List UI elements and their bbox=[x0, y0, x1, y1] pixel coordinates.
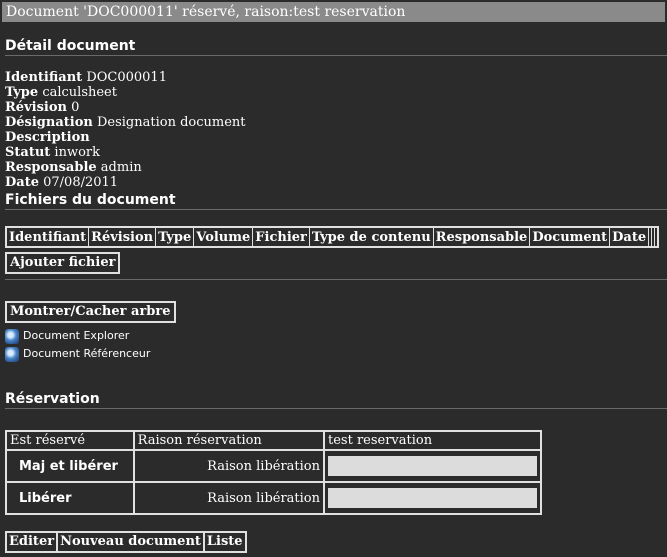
column-header[interactable]: Date bbox=[609, 226, 650, 248]
release-reason-input[interactable] bbox=[328, 488, 537, 508]
reserved-label: Est réservé bbox=[5, 430, 135, 451]
column-header-empty bbox=[654, 226, 659, 248]
column-header[interactable]: Identifiant bbox=[5, 226, 90, 248]
release-button[interactable]: Libérer bbox=[5, 481, 135, 515]
reason-label: Raison réservation bbox=[132, 430, 326, 451]
reservation-row: Maj et libérer Raison libération bbox=[5, 449, 542, 483]
column-header[interactable]: Type de contenu bbox=[308, 226, 434, 248]
files-table-header: Identifiant Révision Type Volume Fichier… bbox=[5, 226, 659, 248]
reservation-header-row: Est réservé Raison réservation test rese… bbox=[5, 430, 542, 451]
detail-heading: Détail document bbox=[5, 38, 136, 54]
divider bbox=[5, 209, 667, 210]
list-button[interactable]: Liste bbox=[202, 531, 247, 553]
field-date: Date 07/08/2011 bbox=[5, 175, 119, 190]
column-header[interactable]: Fichier bbox=[252, 226, 310, 248]
link-label: Document Explorer bbox=[23, 329, 130, 342]
document-referenceur-link[interactable]: Document Référenceur bbox=[5, 346, 150, 362]
release-reason-cell bbox=[323, 449, 542, 483]
release-reason-label: Raison libération bbox=[132, 481, 326, 515]
divider bbox=[5, 279, 667, 280]
reservation-heading: Réservation bbox=[5, 391, 100, 407]
divider bbox=[5, 408, 667, 409]
globe-icon bbox=[5, 328, 19, 344]
detail-fields: Identifiant DOC000011 Type calculsheet R… bbox=[5, 70, 246, 190]
column-header[interactable]: Responsable bbox=[432, 226, 531, 248]
reservation-table: Est réservé Raison réservation test rese… bbox=[5, 430, 542, 515]
field-description: Description bbox=[5, 130, 90, 145]
field-type: Type calculsheet bbox=[5, 85, 117, 100]
column-header[interactable]: Type bbox=[155, 226, 195, 248]
action-bar: Editer Nouveau document Liste bbox=[5, 531, 247, 553]
release-reason-label: Raison libération bbox=[132, 449, 326, 483]
link-label: Document Référenceur bbox=[23, 347, 151, 360]
toggle-tree-button[interactable]: Montrer/Cacher arbre bbox=[5, 301, 176, 323]
document-explorer-link[interactable]: Document Explorer bbox=[5, 328, 129, 344]
edit-button[interactable]: Editer bbox=[5, 531, 59, 553]
reason-value: test reservation bbox=[323, 430, 542, 451]
update-and-release-button[interactable]: Maj et libérer bbox=[5, 449, 135, 483]
field-responsable: Responsable admin bbox=[5, 160, 142, 175]
column-header[interactable]: Volume bbox=[193, 226, 254, 248]
field-statut: Statut inwork bbox=[5, 145, 100, 160]
window-title: Document 'DOC000011' réservé, raison:tes… bbox=[2, 2, 665, 22]
reservation-row: Libérer Raison libération bbox=[5, 481, 542, 515]
release-reason-cell bbox=[323, 481, 542, 515]
field-identifiant: Identifiant DOC000011 bbox=[5, 70, 167, 85]
field-designation: Désignation Designation document bbox=[5, 115, 246, 130]
field-revision: Révision 0 bbox=[5, 100, 80, 115]
globe-icon bbox=[5, 346, 19, 362]
files-table: Identifiant Révision Type Volume Fichier… bbox=[5, 226, 660, 248]
divider bbox=[5, 55, 667, 56]
column-header[interactable]: Révision bbox=[88, 226, 157, 248]
add-file-button[interactable]: Ajouter fichier bbox=[5, 252, 121, 274]
new-document-button[interactable]: Nouveau document bbox=[56, 531, 205, 553]
column-header[interactable]: Document bbox=[529, 226, 611, 248]
files-heading: Fichiers du document bbox=[5, 192, 176, 208]
release-reason-input[interactable] bbox=[328, 456, 537, 476]
